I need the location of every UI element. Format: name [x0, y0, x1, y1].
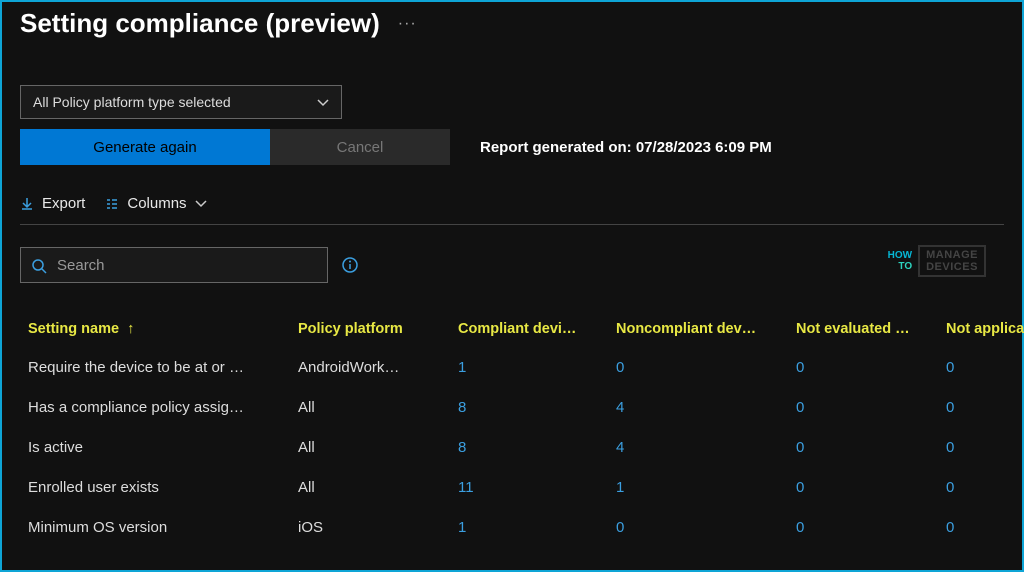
cell-platform: All: [290, 387, 450, 427]
watermark-to: TO: [888, 261, 912, 272]
cell-notevaluated: 0: [788, 387, 938, 427]
table-row[interactable]: Require the device to be at or …AndroidW…: [20, 347, 1024, 387]
more-actions-button[interactable]: ···: [398, 15, 417, 33]
table-row[interactable]: Enrolled user existsAll11100: [20, 467, 1024, 507]
cell-noncompliant: 4: [608, 427, 788, 467]
cell-setting-name: Is active: [20, 427, 290, 467]
cell-compliant: 1: [450, 347, 608, 387]
cell-notapplicable: 0: [938, 347, 1024, 387]
cell-compliant: 1: [450, 507, 608, 547]
cell-notapplicable: 0: [938, 467, 1024, 507]
cell-compliant: 8: [450, 427, 608, 467]
watermark-devices: DEVICES: [926, 261, 978, 273]
export-button[interactable]: Export: [20, 195, 85, 212]
cell-noncompliant: 1: [608, 467, 788, 507]
cell-notapplicable: 0: [938, 427, 1024, 467]
cell-notapplicable: 0: [938, 387, 1024, 427]
cell-notevaluated: 0: [788, 467, 938, 507]
cancel-button: Cancel: [270, 129, 450, 165]
columns-icon: [105, 195, 119, 212]
search-input[interactable]: [57, 257, 317, 274]
platform-filter-dropdown[interactable]: All Policy platform type selected: [20, 85, 342, 119]
table-row[interactable]: Is activeAll8400: [20, 427, 1024, 467]
watermark: HOW TO MANAGE DEVICES: [888, 245, 986, 277]
columns-label: Columns: [127, 195, 186, 212]
cell-platform: All: [290, 467, 450, 507]
page-title: Setting compliance (preview): [20, 8, 380, 39]
search-icon: [31, 256, 47, 273]
cell-noncompliant: 4: [608, 387, 788, 427]
generate-again-button[interactable]: Generate again: [20, 129, 270, 165]
table-row[interactable]: Minimum OS versioniOS1000: [20, 507, 1024, 547]
watermark-how: HOW: [888, 250, 912, 261]
cell-platform: All: [290, 427, 450, 467]
col-notapplicable[interactable]: Not applicable…: [938, 311, 1024, 347]
compliance-table: Setting name ↑ Policy platform Compliant…: [20, 311, 1024, 547]
report-generated-label: Report generated on: 07/28/2023 6:09 PM: [480, 139, 772, 156]
watermark-manage: MANAGE: [926, 249, 978, 261]
chevron-down-icon: [195, 195, 207, 212]
info-icon[interactable]: [342, 256, 358, 274]
cell-notevaluated: 0: [788, 347, 938, 387]
cell-setting-name: Require the device to be at or …: [20, 347, 290, 387]
col-noncompliant[interactable]: Noncompliant dev…: [608, 311, 788, 347]
cell-setting-name: Has a compliance policy assig…: [20, 387, 290, 427]
cell-noncompliant: 0: [608, 347, 788, 387]
cell-notevaluated: 0: [788, 427, 938, 467]
col-setting-name-label: Setting name: [28, 321, 119, 337]
chevron-down-icon: [317, 94, 329, 110]
cell-noncompliant: 0: [608, 507, 788, 547]
cell-compliant: 11: [450, 467, 608, 507]
cell-notapplicable: 0: [938, 507, 1024, 547]
sort-ascending-icon: ↑: [127, 321, 134, 337]
cell-notevaluated: 0: [788, 507, 938, 547]
col-compliant[interactable]: Compliant devi…: [450, 311, 608, 347]
cell-platform: iOS: [290, 507, 450, 547]
cell-platform: AndroidWork…: [290, 347, 450, 387]
col-policy-platform[interactable]: Policy platform: [290, 311, 450, 347]
col-setting-name[interactable]: Setting name ↑: [20, 311, 290, 347]
columns-button[interactable]: Columns: [105, 195, 206, 212]
cell-setting-name: Enrolled user exists: [20, 467, 290, 507]
col-notevaluated[interactable]: Not evaluated …: [788, 311, 938, 347]
cell-setting-name: Minimum OS version: [20, 507, 290, 547]
table-row[interactable]: Has a compliance policy assig…All8400: [20, 387, 1024, 427]
cell-compliant: 8: [450, 387, 608, 427]
search-box[interactable]: [20, 247, 328, 283]
export-label: Export: [42, 195, 85, 212]
platform-filter-label: All Policy platform type selected: [33, 94, 231, 110]
download-icon: [20, 195, 34, 212]
